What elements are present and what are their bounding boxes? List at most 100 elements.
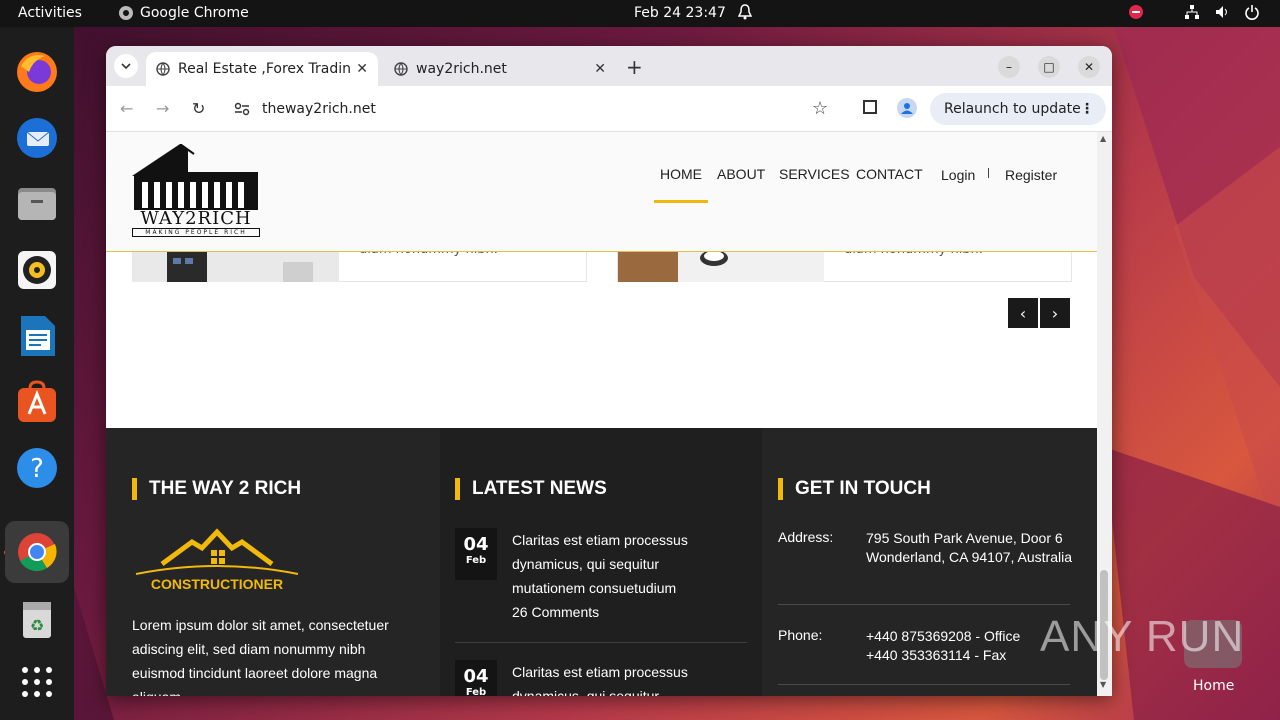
do-not-disturb-icon [1129, 5, 1143, 19]
back-button[interactable]: ← [120, 99, 133, 118]
chrome-icon[interactable] [5, 521, 69, 583]
relaunch-label: Relaunch to update [944, 101, 1081, 117]
site-logo[interactable]: WAY2RICH MAKING PEOPLE RICH [132, 143, 260, 238]
news-month: Feb [465, 687, 487, 696]
carousel-prev-button[interactable]: ‹ [1008, 298, 1038, 328]
toolbar: ← → ↻ theway2rich.net ☆ Relaunch to upda… [106, 86, 1112, 132]
url-text: theway2rich.net [262, 101, 376, 117]
tab-title: Real Estate ,Forex Trading [178, 61, 350, 77]
scroll-down-icon[interactable]: ▼ [1100, 680, 1106, 689]
nav-services[interactable]: SERVICES [779, 166, 850, 182]
close-tab-icon[interactable]: ✕ [594, 61, 606, 77]
nav-about[interactable]: ABOUT [717, 166, 765, 182]
svg-text:?: ? [30, 454, 44, 484]
app-name: Google Chrome [140, 5, 249, 21]
network-icon [1185, 5, 1199, 19]
news-day: 04 [463, 534, 489, 555]
firefox-icon[interactable] [12, 47, 62, 97]
chrome-small-icon [119, 6, 133, 20]
chevron-down-icon [121, 63, 131, 70]
nav-register[interactable]: Register [1005, 167, 1057, 183]
address-bar[interactable]: theway2rich.net [226, 92, 846, 126]
home-folder-label[interactable]: Home [1193, 678, 1234, 694]
relaunch-button[interactable]: Relaunch to update ⋮ [930, 93, 1106, 125]
forward-button[interactable]: → [156, 99, 169, 118]
nav-separator [988, 168, 989, 178]
activities-button[interactable]: Activities [18, 5, 82, 21]
logo-brand: WAY2RICH [140, 208, 252, 229]
news-item[interactable]: Claritas est etiam processus dynamicus, … [512, 660, 722, 696]
side-panel-icon[interactable] [863, 100, 877, 114]
files-icon[interactable] [12, 179, 62, 229]
about-text: Lorem ipsum dolor sit amet, consectetuer… [132, 617, 389, 696]
carousel-card[interactable]: diam nonummy nibh. [617, 242, 1072, 282]
footer-heading-contact: GET IN TOUCH [778, 478, 931, 500]
carousel-next-button[interactable]: › [1040, 298, 1070, 328]
trash-icon[interactable]: ♻ [12, 595, 62, 645]
rhythmbox-icon[interactable] [12, 245, 62, 295]
logo-tagline: MAKING PEOPLE RICH [132, 228, 260, 237]
phone-label: Phone: [778, 627, 823, 643]
tab-search-button[interactable] [114, 54, 138, 78]
page-viewport: WAY2RICH MAKING PEOPLE RICH HOME ABOUT S… [106, 132, 1097, 696]
clock[interactable]: Feb 24 23:47 [634, 5, 726, 21]
nav-home[interactable]: HOME [660, 166, 702, 182]
dock: ? ♻ [0, 27, 74, 720]
top-bar: Activities Google Chrome Feb 24 23:47 [0, 0, 1280, 27]
news-comments[interactable]: 26 Comments [512, 600, 722, 624]
news-date-badge: 04 Feb [455, 660, 497, 696]
tab-active[interactable]: Real Estate ,Forex Trading ✕ [146, 52, 378, 86]
close-window-button[interactable]: ✕ [1078, 56, 1100, 78]
thunderbird-icon[interactable] [12, 113, 62, 163]
news-date-badge: 04 Feb [455, 528, 497, 580]
warehouse-logo-icon [132, 143, 258, 210]
tab-inactive[interactable]: way2rich.net ✕ [384, 52, 616, 86]
contact-divider [778, 684, 1070, 685]
constructioner-logo: CONSTRUCTIONER [132, 528, 302, 598]
anyrun-watermark: ANY RUN [1040, 612, 1245, 661]
news-item[interactable]: Claritas est etiam processus dynamicus, … [512, 528, 722, 624]
app-grid-icon[interactable] [12, 657, 62, 707]
profile-avatar[interactable] [897, 98, 917, 118]
globe-icon [156, 62, 170, 76]
notification-bell-icon[interactable] [737, 4, 753, 24]
nav-active-indicator [654, 200, 708, 203]
roof-logo-icon [135, 528, 299, 575]
power-icon [1245, 5, 1259, 20]
constructioner-text: CONSTRUCTIONER [150, 576, 284, 592]
footer-heading-about: THE WAY 2 RICH [132, 478, 301, 500]
news-month: Feb [465, 555, 487, 566]
card-image [133, 252, 339, 282]
tab-bar: Real Estate ,Forex Trading ✕ way2rich.ne… [106, 46, 1112, 86]
news-divider [455, 642, 747, 643]
writer-icon[interactable] [12, 311, 62, 361]
new-tab-button[interactable]: + [626, 55, 643, 79]
app-center-icon[interactable] [12, 377, 62, 427]
minimize-button[interactable]: – [998, 56, 1020, 78]
bookmark-star-icon[interactable]: ☆ [812, 98, 828, 119]
globe-icon [394, 62, 408, 76]
more-menu-icon[interactable]: ⋮ [1080, 101, 1094, 117]
nav-contact[interactable]: CONTACT [856, 166, 923, 182]
address-value: 795 South Park Avenue, Door 6 Wonderland… [866, 530, 1072, 565]
footer-heading-news: LATEST NEWS [455, 478, 607, 500]
system-tray[interactable] [1128, 4, 1260, 20]
browser-window: Real Estate ,Forex Trading ✕ way2rich.ne… [106, 46, 1112, 696]
card-image [618, 252, 824, 282]
nav-login[interactable]: Login [941, 167, 975, 183]
site-info-icon [234, 102, 250, 116]
scroll-up-icon[interactable]: ▲ [1100, 134, 1106, 143]
app-menu[interactable]: Google Chrome [118, 5, 249, 21]
news-day: 04 [463, 666, 489, 687]
news-text[interactable]: Claritas est etiam processus dynamicus, … [512, 528, 722, 600]
maximize-button[interactable]: □ [1038, 56, 1060, 78]
tab-title: way2rich.net [416, 61, 507, 77]
help-icon[interactable]: ? [12, 443, 62, 493]
volume-icon [1216, 6, 1227, 18]
carousel-card[interactable]: diam nonummy nibh. [132, 242, 587, 282]
close-tab-icon[interactable]: ✕ [356, 61, 368, 77]
address-label: Address: [778, 529, 834, 545]
svg-text:♻: ♻ [30, 616, 44, 635]
reload-button[interactable]: ↻ [192, 99, 205, 118]
news-text[interactable]: Claritas est etiam processus dynamicus, … [512, 660, 722, 696]
